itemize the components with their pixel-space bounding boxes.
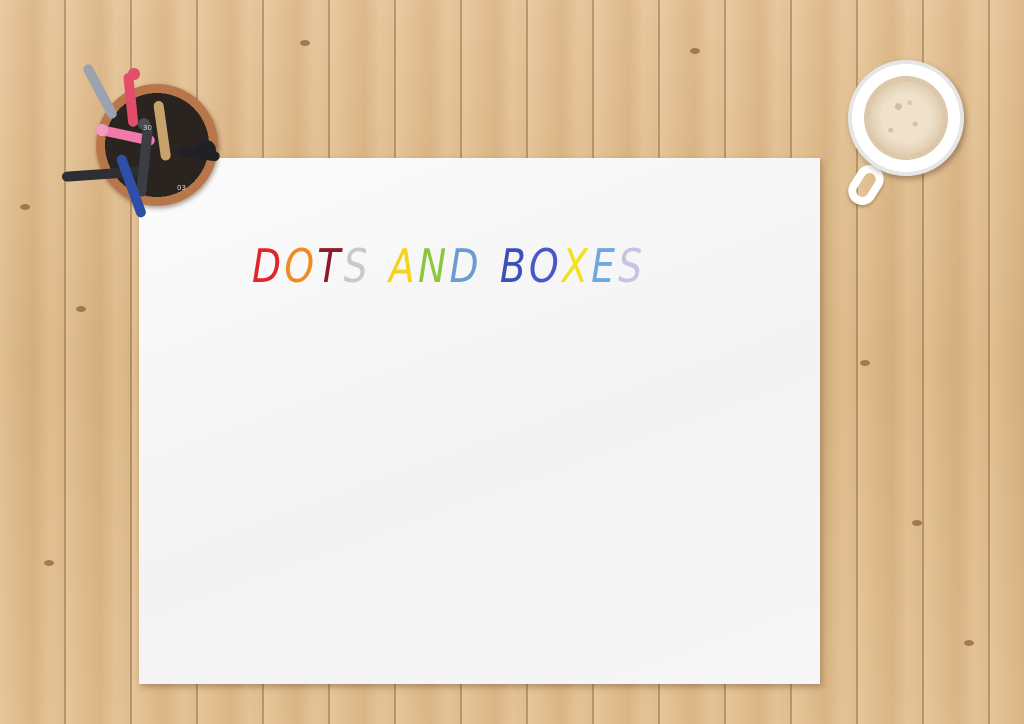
title-letter: S xyxy=(618,239,646,293)
wood-knot xyxy=(300,40,310,46)
wood-knot xyxy=(44,560,54,566)
coffee-foam-icon xyxy=(868,80,944,156)
pen-label: 30 xyxy=(143,124,152,132)
title-letter: N xyxy=(417,239,450,293)
title-letter: S xyxy=(343,239,371,293)
title-letter: D xyxy=(449,239,482,293)
pen-cap-icon xyxy=(196,140,216,160)
wood-knot xyxy=(20,204,30,210)
marker-cap-icon xyxy=(96,124,108,136)
wood-knot xyxy=(690,48,700,54)
pencil-tip-icon xyxy=(128,68,140,80)
title-letter: A xyxy=(388,239,418,293)
pen-label: 03 xyxy=(177,184,186,192)
title-letter: D xyxy=(252,239,285,293)
wood-knot xyxy=(860,360,870,366)
title-letter: T xyxy=(317,239,344,293)
game-title: DOTS AND BOXES xyxy=(252,236,645,296)
title-letter: O xyxy=(284,239,318,293)
wood-knot xyxy=(912,520,922,526)
title-letter: E xyxy=(591,239,619,293)
title-letter: B xyxy=(499,239,530,293)
wood-knot xyxy=(964,640,974,646)
title-letter: O xyxy=(529,239,562,293)
wood-knot xyxy=(76,306,86,312)
title-letter: X xyxy=(561,239,592,293)
